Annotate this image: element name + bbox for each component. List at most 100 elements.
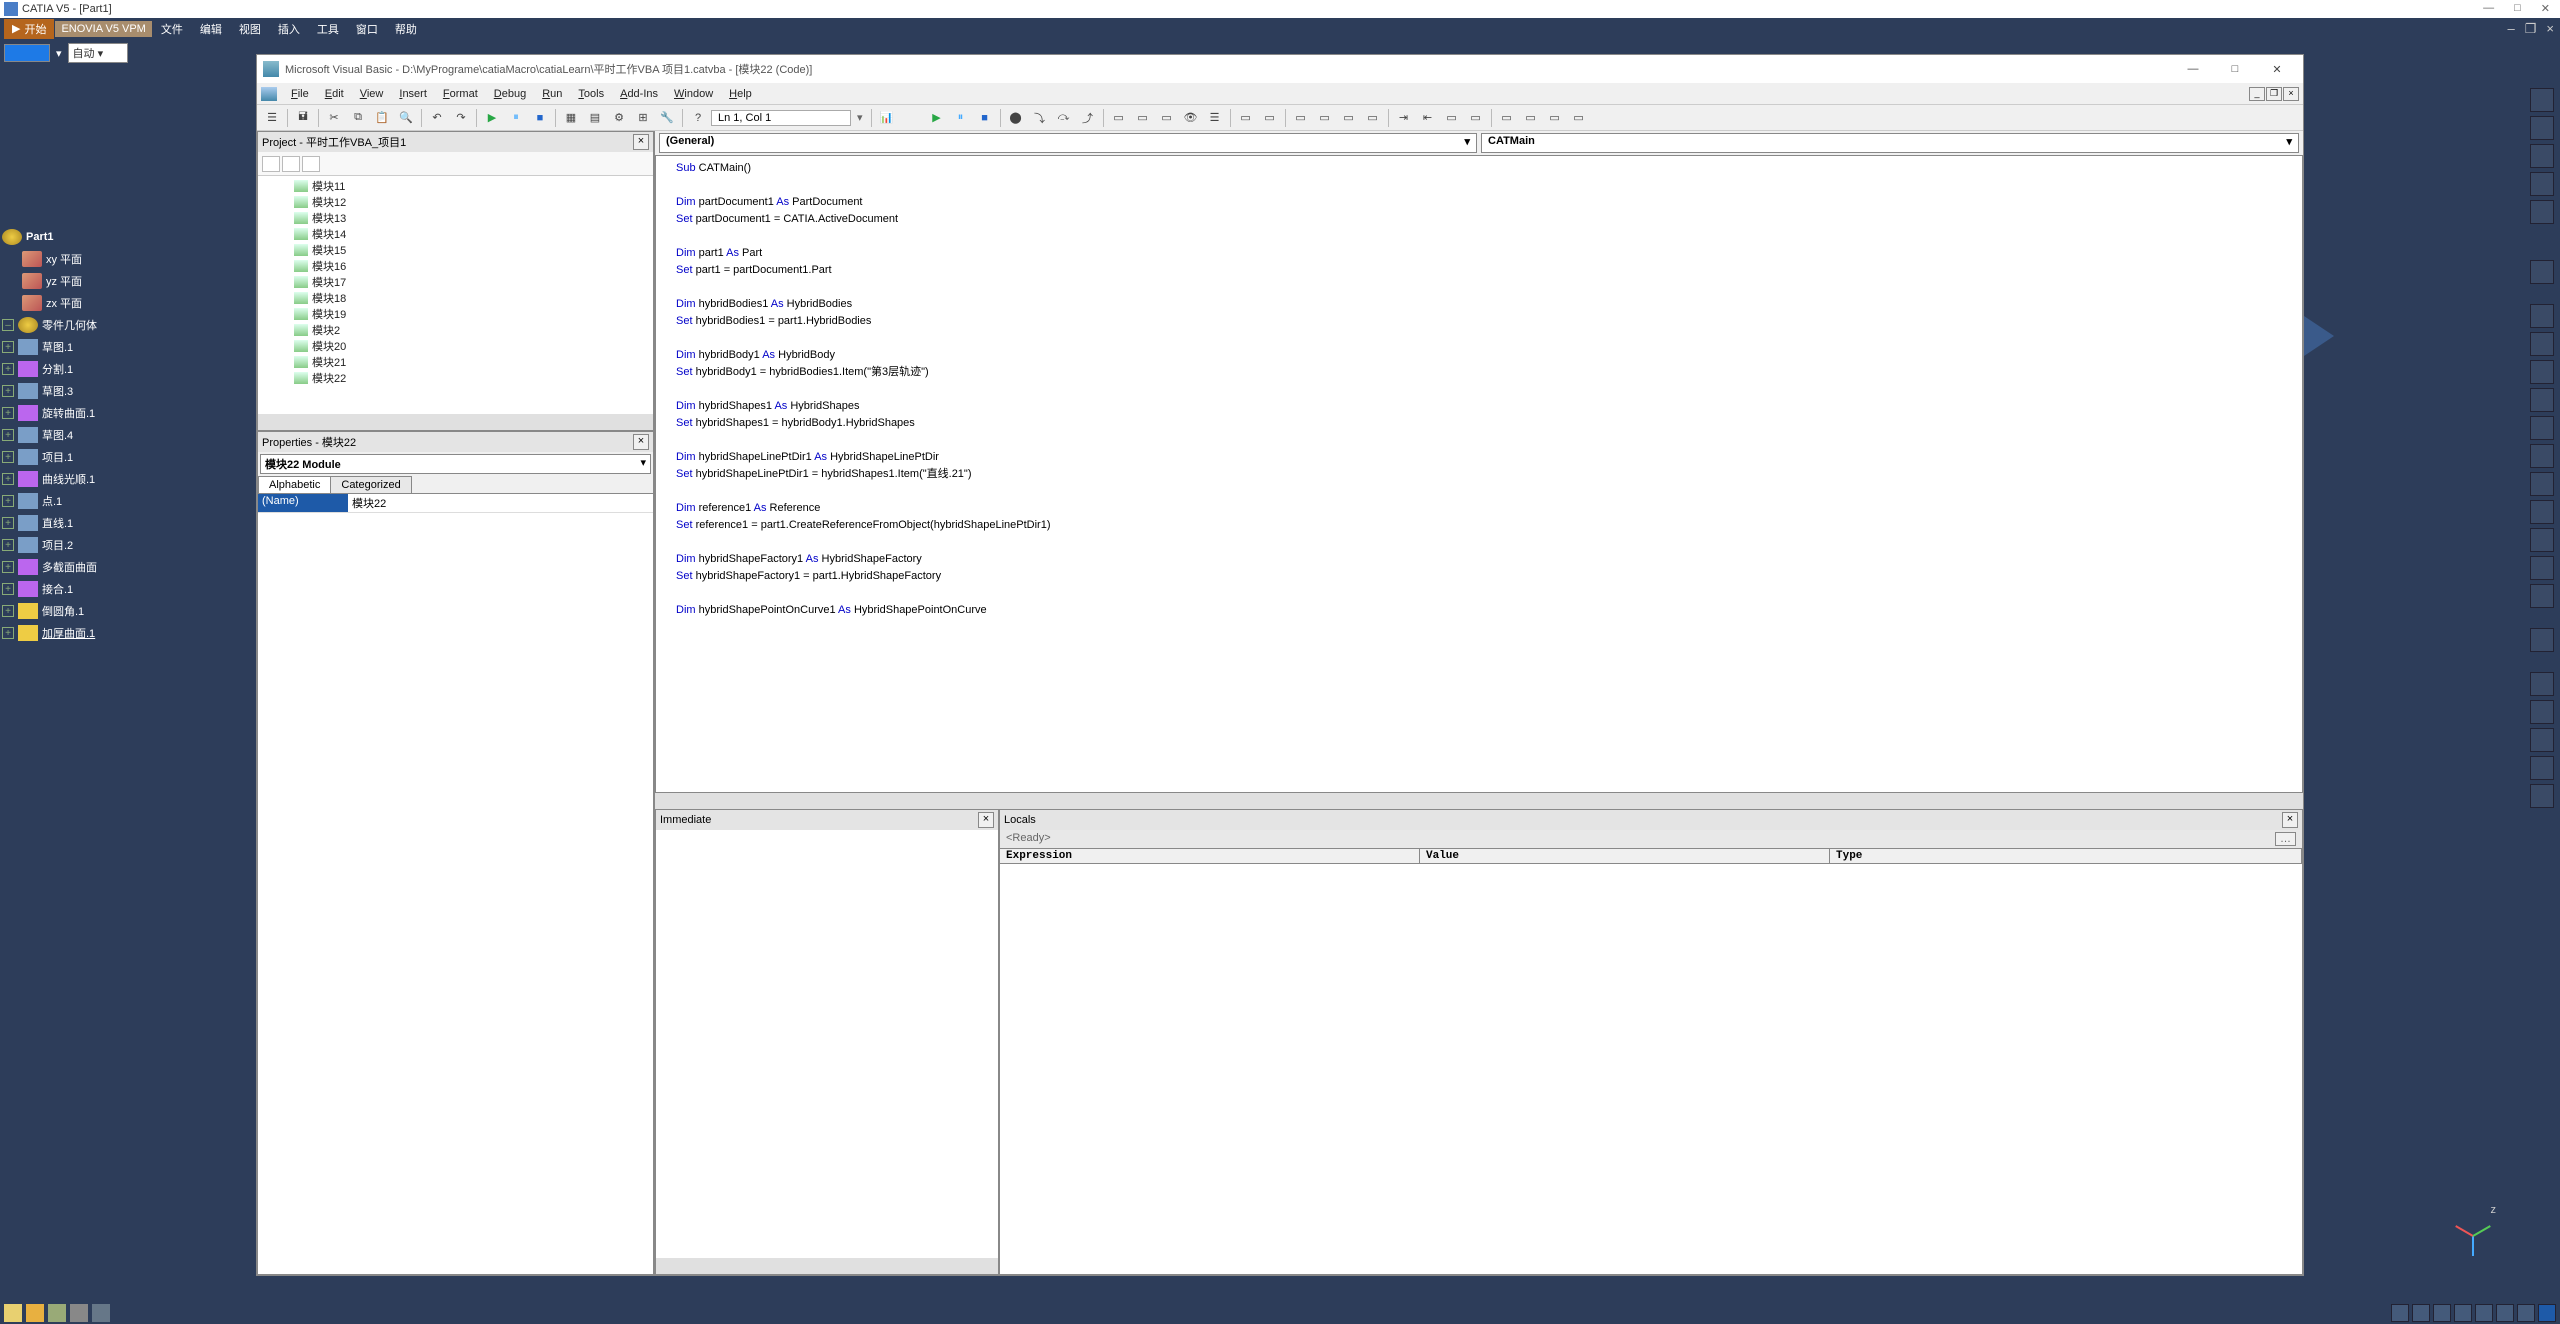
vba-mdi-minimize-icon[interactable]: _ [2249,87,2265,101]
find-icon[interactable]: 🔍 [395,107,417,129]
tree-feature-item[interactable]: +项目.1 [0,446,152,468]
tree-root-part[interactable]: Part1 [0,226,152,248]
vba-menu-window[interactable]: Window [666,86,721,102]
properties-grid[interactable]: (Name) 模块22 [258,494,653,1274]
new-file-icon[interactable] [4,1304,22,1322]
tree-expand-icon[interactable]: + [2,451,14,463]
vba-menu-file[interactable]: File [283,86,317,102]
catia-tools-menu[interactable]: 工具 [309,19,347,39]
immediate-text[interactable] [656,830,998,1258]
design-mode-icon[interactable]: ▦ [560,107,582,129]
vba-minimize-button[interactable]: — [2173,58,2213,80]
vba-mdi-restore-icon[interactable]: ❐ [2266,87,2282,101]
tree-expand-icon[interactable]: + [2,495,14,507]
rtb-item[interactable] [2530,304,2554,328]
catia-insert-menu[interactable]: 插入 [270,19,308,39]
project-module-item[interactable]: 模块12 [290,194,653,210]
vba-maximize-button[interactable]: □ [2215,58,2255,80]
project-module-item[interactable]: 模块11 [290,178,653,194]
view-code-icon[interactable] [262,156,280,172]
project-module-item[interactable]: 模块22 [290,370,653,386]
save-icon[interactable] [48,1304,66,1322]
next-bookmark-icon[interactable]: ▭ [1520,107,1542,129]
step-out-icon[interactable]: ⤴ [1077,107,1099,129]
uncomment-icon[interactable]: ▭ [1465,107,1487,129]
tb-extra-icon[interactable]: ▭ [1338,107,1360,129]
cut-icon[interactable]: ✂ [323,107,345,129]
rtb-item[interactable] [2530,116,2554,140]
rtb-item[interactable] [2530,728,2554,752]
catia-enovia-menu[interactable]: ENOVIA V5 VPM [55,21,151,37]
rtb-item[interactable] [2530,700,2554,724]
locals-callstack-button[interactable]: … [2275,832,2296,846]
brtb-item[interactable] [2475,1304,2493,1322]
rtb-item[interactable] [2530,388,2554,412]
tab-categorized[interactable]: Categorized [330,476,411,493]
watch-window-icon[interactable]: ▭ [1156,107,1178,129]
step-over-icon[interactable]: ⤼ [1053,107,1075,129]
vba-menu-tools[interactable]: Tools [570,86,612,102]
project-module-item[interactable]: 模块19 [290,306,653,322]
catia-window-menu[interactable]: 窗口 [348,19,386,39]
quick-watch-icon[interactable]: 👁 [1180,107,1202,129]
rtb-item[interactable] [2530,172,2554,196]
bookmark-icon[interactable]: ▭ [1496,107,1518,129]
rtb-item[interactable] [2530,200,2554,224]
tb-extra-icon[interactable]: ▭ [1259,107,1281,129]
help-icon[interactable]: ? [687,107,709,129]
vba-menu-format[interactable]: Format [435,86,486,102]
rtb-item[interactable] [2530,416,2554,440]
rtb-item[interactable] [2530,360,2554,384]
brtb-item[interactable] [2496,1304,2514,1322]
vba-titlebar[interactable]: Microsoft Visual Basic - D:\MyPrograme\c… [257,55,2303,83]
code-editor[interactable]: Sub CATMain() Dim partDocument1 As PartD… [655,155,2303,793]
reset-icon[interactable]: ■ [529,107,551,129]
project-module-item[interactable]: 模块13 [290,210,653,226]
locals-col-type[interactable]: Type [1830,849,2302,863]
property-value[interactable]: 模块22 [348,494,653,512]
catia-spec-tree[interactable]: Part1 xy 平面 yz 平面 zx 平面 –零件几何体 +草图.1+分割.… [0,66,152,1302]
mdi-restore-icon[interactable]: ❐ [2521,20,2541,38]
project-module-item[interactable]: 模块15 [290,242,653,258]
vba-menu-run[interactable]: Run [534,86,570,102]
outdent-icon[interactable]: ⇤ [1417,107,1439,129]
catia-edit-menu[interactable]: 编辑 [192,19,230,39]
brtb-item[interactable] [2433,1304,2451,1322]
object-combo[interactable]: (General)▾ [659,133,1477,153]
brtb-item[interactable] [2412,1304,2430,1322]
immediate-window-icon[interactable]: ▭ [1132,107,1154,129]
view-code-icon[interactable]: ☰ [261,107,283,129]
tree-expand-icon[interactable]: + [2,429,14,441]
toggle-folders-icon[interactable] [302,156,320,172]
undo-icon[interactable]: ↶ [426,107,448,129]
project-module-item[interactable]: 模块21 [290,354,653,370]
immediate-scrollbar[interactable] [656,1258,998,1274]
tree-expand-icon[interactable]: + [2,341,14,353]
rtb-item[interactable] [2530,88,2554,112]
locals-title[interactable]: Locals × [1000,810,2302,830]
rtb-item[interactable] [2530,584,2554,608]
vba-close-button[interactable]: ✕ [2257,58,2297,80]
properties-close-icon[interactable]: × [633,434,649,450]
rtb-item[interactable] [2530,672,2554,696]
tree-feature-item[interactable]: +旋转曲面.1 [0,402,152,424]
tree-expand-icon[interactable]: + [2,561,14,573]
mdi-close-icon[interactable]: × [2542,20,2558,38]
save-icon[interactable]: 🖬 [292,107,314,129]
tree-expand-icon[interactable]: + [2,363,14,375]
tree-xy-plane[interactable]: xy 平面 [0,248,152,270]
tree-expand-icon[interactable]: + [2,385,14,397]
tb-extra-icon[interactable]: ▭ [1235,107,1257,129]
immediate-close-icon[interactable]: × [978,812,994,828]
catia-maximize-button[interactable]: □ [2508,0,2527,17]
tree-feature-item[interactable]: +分割.1 [0,358,152,380]
tree-feature-item[interactable]: +倒圆角.1 [0,600,152,622]
tree-expand-icon[interactable]: + [2,627,14,639]
print-icon[interactable] [70,1304,88,1322]
tree-expand-icon[interactable]: + [2,539,14,551]
break2-icon[interactable]: ⏸ [950,107,972,129]
vba-menu-edit[interactable]: Edit [317,86,352,102]
cut-icon[interactable] [92,1304,110,1322]
scrollbar-horizontal[interactable] [258,414,653,430]
tree-expand-icon[interactable]: + [2,517,14,529]
